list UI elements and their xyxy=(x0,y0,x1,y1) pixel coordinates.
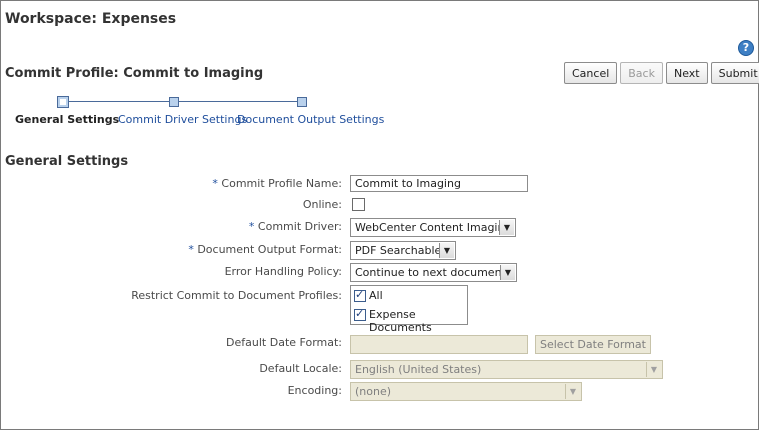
all-checkbox[interactable] xyxy=(354,288,366,302)
locale-select[interactable]: English (United States) ▼ xyxy=(350,360,663,379)
date-format-label: Default Date Format: xyxy=(226,336,342,349)
commit-driver-label-text: Commit Driver: xyxy=(257,220,342,233)
commit-driver-select[interactable]: WebCenter Content Imaging ▼ xyxy=(350,218,516,237)
encoding-select[interactable]: (none) ▼ xyxy=(350,382,582,401)
expense-documents-checkbox[interactable] xyxy=(354,307,366,321)
train-stop-general-settings[interactable] xyxy=(57,96,69,108)
train-label-general-settings: General Settings xyxy=(15,113,120,126)
cancel-button[interactable]: Cancel xyxy=(564,62,618,84)
locale-label: Default Locale: xyxy=(259,362,342,375)
locale-value: English (United States) xyxy=(355,363,482,376)
chevron-down-icon[interactable]: ▼ xyxy=(646,362,661,377)
online-checkbox[interactable] xyxy=(352,198,365,211)
required-marker: * xyxy=(248,220,255,233)
profile-name-input[interactable]: Commit to Imaging xyxy=(350,175,528,192)
train-stop-commit-driver-settings[interactable] xyxy=(169,97,179,107)
submit-button[interactable]: Submit xyxy=(710,62,759,84)
select-date-format-button[interactable]: Select Date Format xyxy=(535,335,651,354)
output-format-value: PDF Searchable xyxy=(355,244,442,257)
restrict-checkbox-list: All Expense Documents xyxy=(350,285,468,334)
chevron-down-icon[interactable]: ▼ xyxy=(439,243,454,258)
required-marker: * xyxy=(188,243,194,256)
restrict-label: Restrict Commit to Document Profiles: xyxy=(131,289,342,302)
next-button[interactable]: Next xyxy=(665,62,708,84)
error-policy-label: Error Handling Policy: xyxy=(224,265,342,278)
chevron-down-icon[interactable]: ▼ xyxy=(500,265,515,280)
commit-driver-value: WebCenter Content Imaging xyxy=(355,221,512,234)
expense-documents-checkbox-label: Expense Documents xyxy=(369,308,432,334)
train-stop-document-output-settings[interactable] xyxy=(297,97,307,107)
wizard-toolbar: Cancel Back Next Submit xyxy=(564,62,759,84)
chevron-down-icon[interactable]: ▼ xyxy=(565,384,580,399)
required-marker: * xyxy=(212,177,218,190)
workspace-title: Workspace: Expenses xyxy=(5,11,177,27)
train-link-document-output-settings[interactable]: Document Output Settings xyxy=(237,113,384,126)
output-format-label: * Document Output Format: xyxy=(188,243,342,256)
commit-driver-label: * Commit Driver: xyxy=(249,220,342,233)
date-format-input[interactable] xyxy=(350,335,528,354)
encoding-label: Encoding: xyxy=(287,384,342,397)
page-title: Commit Profile: Commit to Imaging xyxy=(5,66,264,81)
encoding-value: (none) xyxy=(355,385,392,398)
chevron-down-icon[interactable]: ▼ xyxy=(499,220,514,235)
profile-name-label: * Commit Profile Name: xyxy=(212,177,342,190)
output-format-select[interactable]: PDF Searchable ▼ xyxy=(350,241,456,260)
train-connector xyxy=(68,101,170,102)
train-connector xyxy=(178,101,298,102)
section-title: General Settings xyxy=(5,154,129,169)
help-icon[interactable]: ? xyxy=(738,40,754,56)
error-policy-select[interactable]: Continue to next document ▼ xyxy=(350,263,517,282)
train-link-commit-driver-settings[interactable]: Commit Driver Settings xyxy=(118,113,247,126)
all-checkbox-label: All xyxy=(369,289,383,302)
output-format-label-text: Document Output Format: xyxy=(197,243,342,256)
error-policy-value: Continue to next document xyxy=(355,266,506,279)
online-label: Online: xyxy=(302,198,342,211)
back-button[interactable]: Back xyxy=(620,62,663,84)
profile-name-label-text: Commit Profile Name: xyxy=(221,177,342,190)
